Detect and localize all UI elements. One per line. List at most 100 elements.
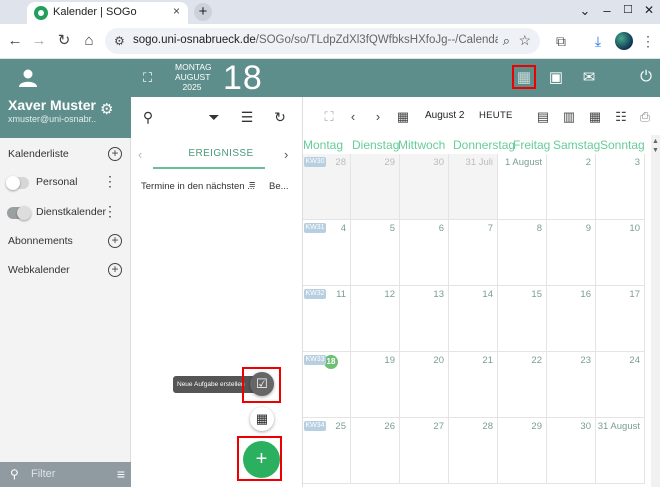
event-range-select[interactable]: Termine in den nächsten ... <box>141 181 255 192</box>
add-webcalendar-button[interactable]: + <box>108 263 122 277</box>
browser-profile-avatar[interactable] <box>615 32 633 50</box>
date-number[interactable]: 10 <box>629 223 640 234</box>
back-icon[interactable]: ← <box>6 33 24 49</box>
calendar-options-icon[interactable]: ⋮ <box>103 174 117 188</box>
settings-gear-icon[interactable]: ⚙ <box>100 100 113 118</box>
calendar-toggle-dienstkalender[interactable] <box>7 206 31 220</box>
day-cell[interactable]: 6 <box>400 220 449 286</box>
scrollbar[interactable]: ▲ ▼ <box>651 135 660 487</box>
date-number[interactable]: 9 <box>586 223 591 234</box>
date-number[interactable]: 6 <box>439 223 444 234</box>
date-number[interactable]: 20 <box>433 355 444 366</box>
add-calendar-button[interactable]: + <box>108 147 122 161</box>
day-cell[interactable]: 19 <box>351 352 400 418</box>
minimize-button[interactable]: – <box>597 3 617 18</box>
site-info-icon[interactable]: ⚙ <box>114 34 125 48</box>
today-date-number[interactable]: 18 <box>324 355 338 369</box>
day-cell[interactable]: 31 Juli <box>449 154 498 220</box>
maximize-button[interactable]: ☐ <box>618 3 638 16</box>
url-text[interactable]: sogo.uni-osnabrueck.de/SOGo/so/TLdpZdXl3… <box>133 34 498 46</box>
day-cell[interactable]: 30 <box>400 154 449 220</box>
day-cell[interactable]: 3 <box>596 154 645 220</box>
date-number[interactable]: 3 <box>635 157 640 168</box>
address-bar[interactable]: ⚙ sogo.uni-osnabrueck.de/SOGo/so/TLdpZdX… <box>105 28 540 54</box>
date-number[interactable]: 19 <box>384 355 395 366</box>
date-number[interactable]: 24 <box>629 355 640 366</box>
calendar-options-icon[interactable]: ⋮ <box>103 204 117 218</box>
tab-next-icon[interactable]: › <box>284 147 288 162</box>
day-cell[interactable]: 1 August <box>498 154 547 220</box>
day-view-icon[interactable]: ▤ <box>535 109 551 125</box>
tab-prev-icon[interactable]: ‹ <box>138 147 142 162</box>
menu-icon[interactable]: ≡ <box>117 466 125 482</box>
date-number[interactable]: 8 <box>537 223 542 234</box>
day-cell[interactable]: 26 <box>351 418 400 484</box>
next-month-icon[interactable]: › <box>370 109 386 124</box>
date-number[interactable]: 7 <box>488 223 493 234</box>
extensions-icon[interactable]: ⧉ <box>552 33 570 49</box>
scroll-down-icon[interactable]: ▼ <box>652 147 659 154</box>
mail-app-icon[interactable]: ✉ <box>579 68 599 86</box>
date-number[interactable]: 29 <box>531 421 542 432</box>
date-number[interactable]: 4 <box>341 223 346 234</box>
day-cell[interactable]: 28 <box>449 418 498 484</box>
day-cell[interactable]: 22 <box>498 352 547 418</box>
date-number[interactable]: 23 <box>580 355 591 366</box>
tab-events[interactable]: EREIGNISSE <box>171 148 271 159</box>
close-tab-icon[interactable]: × <box>173 4 180 18</box>
filter-input[interactable]: Filter <box>31 468 55 480</box>
calendar-toggle-personal[interactable] <box>6 176 29 190</box>
calendar-item-personal[interactable]: Personal ⋮ <box>0 173 131 193</box>
day-cell[interactable]: 16 <box>547 286 596 352</box>
day-cell[interactable]: 8 <box>498 220 547 286</box>
date-number[interactable]: 27 <box>433 421 444 432</box>
day-cell[interactable]: 13 <box>400 286 449 352</box>
prev-month-icon[interactable]: ‹ <box>345 109 361 124</box>
date-number[interactable]: 26 <box>384 421 395 432</box>
contacts-app-icon[interactable]: ▣ <box>546 68 566 86</box>
date-number[interactable]: 28 <box>482 421 493 432</box>
date-number[interactable]: 25 <box>335 421 346 432</box>
day-cell[interactable]: 7 <box>449 220 498 286</box>
day-cell[interactable]: 15 <box>498 286 547 352</box>
week-number-badge[interactable]: KW31 <box>304 223 326 233</box>
new-event-button[interactable]: ▦ <box>250 407 274 431</box>
date-picker-icon[interactable]: ▦ <box>395 109 411 125</box>
date-number[interactable]: 22 <box>531 355 542 366</box>
zoom-icon[interactable]: ⌕ <box>503 33 510 49</box>
date-number[interactable]: 5 <box>390 223 395 234</box>
date-number[interactable]: 1 August <box>505 157 542 168</box>
date-number[interactable]: 28 <box>335 157 346 168</box>
sort-icon[interactable]: ☰ <box>238 109 256 126</box>
day-cell[interactable]: 10 <box>596 220 645 286</box>
date-number[interactable]: 29 <box>384 157 395 168</box>
week-number-badge[interactable]: KW32 <box>304 289 326 299</box>
forward-icon[interactable]: → <box>30 33 48 49</box>
date-number[interactable]: 16 <box>580 289 591 300</box>
browser-tab[interactable]: Kalender | SOGo × <box>27 2 188 24</box>
date-number[interactable]: 13 <box>433 289 444 300</box>
week-number-badge[interactable]: KW30 <box>304 157 326 167</box>
day-cell[interactable]: 21 <box>449 352 498 418</box>
day-cell[interactable]: 27 <box>400 418 449 484</box>
home-icon[interactable]: ⌂ <box>80 33 98 49</box>
week-number-badge[interactable]: KW33 <box>304 355 326 365</box>
reload-icon[interactable]: ↻ <box>55 33 73 49</box>
date-number[interactable]: 21 <box>482 355 493 366</box>
day-cell[interactable]: 2 <box>547 154 596 220</box>
date-number[interactable]: 11 <box>336 289 346 300</box>
day-cell[interactable]: 14 <box>449 286 498 352</box>
date-number[interactable]: 14 <box>482 289 493 300</box>
month-view-icon[interactable]: ▦ <box>587 109 603 125</box>
fullscreen-icon[interactable]: ⛶ <box>143 70 152 86</box>
search-icon[interactable]: ⚲ <box>139 109 157 126</box>
print-icon[interactable]: ⎙ <box>637 109 653 125</box>
day-cell[interactable]: 24 <box>596 352 645 418</box>
day-cell[interactable]: 30 <box>547 418 596 484</box>
week-view-icon[interactable]: ▥ <box>561 109 577 125</box>
date-number[interactable]: 17 <box>629 289 640 300</box>
logout-icon[interactable]: ⏻ <box>636 68 656 85</box>
date-number[interactable]: 30 <box>580 421 591 432</box>
day-cell[interactable]: 23 <box>547 352 596 418</box>
new-tab-button[interactable]: + <box>194 3 212 21</box>
